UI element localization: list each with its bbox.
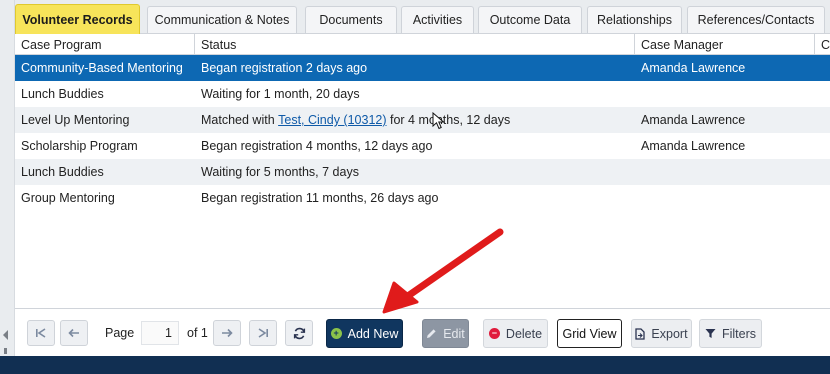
first-page-button[interactable]	[27, 320, 55, 346]
export-button[interactable]: Export	[631, 319, 692, 348]
cell-case-program: Scholarship Program	[21, 139, 138, 153]
cell-status: Waiting for 5 months, 7 days	[201, 165, 359, 179]
left-gutter	[0, 0, 14, 356]
next-page-button[interactable]	[213, 320, 241, 346]
grid-toolbar: Page of 1 + Add New Edit − Delete Grid V…	[15, 308, 830, 356]
cell-case-program: Lunch Buddies	[21, 165, 104, 179]
tab-documents[interactable]: Documents	[305, 6, 397, 33]
column-header-case-program[interactable]: Case Program	[15, 34, 195, 55]
table-row[interactable]: Group Mentoring Began registration 11 mo…	[15, 185, 830, 211]
refresh-icon	[293, 327, 305, 339]
cell-case-manager: Amanda Lawrence	[641, 113, 746, 127]
cell-status: Began registration 4 months, 12 days ago	[201, 139, 433, 153]
cell-case-manager	[635, 159, 641, 185]
records-grid: Case Program Status Case Manager C Commu…	[15, 34, 830, 211]
refresh-button[interactable]	[285, 320, 313, 346]
cell-case-program: Level Up Mentoring	[21, 113, 130, 127]
gutter-marker	[4, 348, 7, 354]
table-row[interactable]: Community-Based Mentoring Began registra…	[15, 55, 830, 81]
mouse-pointer-icon	[432, 112, 445, 130]
records-panel: Volunteer Records Communication & Notes …	[14, 0, 830, 356]
page-count-label: of 1	[187, 326, 208, 340]
arrow-right-icon	[222, 328, 233, 338]
pencil-icon	[427, 329, 436, 338]
grid-header: Case Program Status Case Manager C	[15, 34, 830, 55]
grid-view-button[interactable]: Grid View	[557, 319, 622, 348]
cell-case-manager	[635, 185, 641, 211]
cell-status: Began registration 11 months, 26 days ag…	[201, 191, 439, 205]
tab-activities[interactable]: Activities	[401, 6, 474, 33]
page-number-input[interactable]	[141, 321, 179, 345]
table-row[interactable]: Lunch Buddies Waiting for 5 months, 7 da…	[15, 159, 830, 185]
arrow-left-icon	[68, 328, 79, 338]
cell-case-program: Lunch Buddies	[21, 87, 104, 101]
cell-case-manager	[635, 81, 641, 107]
table-row[interactable]: Scholarship Program Began registration 4…	[15, 133, 830, 159]
cell-case-program: Group Mentoring	[21, 191, 115, 205]
export-file-icon	[635, 327, 646, 340]
match-link[interactable]: Test, Cindy (10312)	[278, 113, 386, 127]
delete-button[interactable]: − Delete	[483, 319, 548, 348]
previous-page-button[interactable]	[60, 320, 88, 346]
tab-references-contacts[interactable]: References/Contacts	[687, 6, 825, 33]
last-page-button[interactable]	[249, 320, 277, 346]
tab-bar: Volunteer Records Communication & Notes …	[15, 0, 830, 34]
cell-status: Waiting for 1 month, 20 days	[201, 87, 360, 101]
cell-status: Matched with Test, Cindy (10312) for 4 m…	[195, 107, 510, 133]
footer-bar	[0, 356, 830, 374]
add-new-button[interactable]: + Add New	[326, 319, 403, 348]
last-page-icon	[258, 328, 268, 338]
column-header-status[interactable]: Status	[195, 34, 635, 55]
column-header-case-manager[interactable]: Case Manager	[635, 34, 815, 55]
filters-button[interactable]: Filters	[699, 319, 762, 348]
status-suffix: for 4 months, 12 days	[386, 113, 511, 127]
cell-case-manager: Amanda Lawrence	[641, 61, 746, 75]
first-page-icon	[36, 328, 46, 338]
edit-button[interactable]: Edit	[422, 319, 469, 348]
cell-case-program: Community-Based Mentoring	[21, 61, 183, 75]
tab-relationships[interactable]: Relationships	[587, 6, 682, 33]
plus-icon: +	[330, 328, 342, 339]
tab-volunteer-records[interactable]: Volunteer Records	[15, 4, 140, 34]
tab-outcome-data[interactable]: Outcome Data	[478, 6, 582, 33]
tab-communication-notes[interactable]: Communication & Notes	[147, 6, 297, 33]
minus-icon: −	[488, 328, 500, 339]
status-prefix: Matched with	[201, 113, 279, 127]
filter-icon	[705, 329, 716, 338]
cell-status: Began registration 2 days ago	[201, 61, 368, 75]
cell-case-manager: Amanda Lawrence	[641, 139, 746, 153]
page-label: Page	[105, 326, 135, 340]
table-row[interactable]: Lunch Buddies Waiting for 1 month, 20 da…	[15, 81, 830, 107]
collapse-arrow-icon[interactable]	[3, 330, 8, 340]
table-row[interactable]: Level Up Mentoring Matched with Test, Ci…	[15, 107, 830, 133]
column-header-truncated[interactable]: C	[815, 34, 830, 55]
